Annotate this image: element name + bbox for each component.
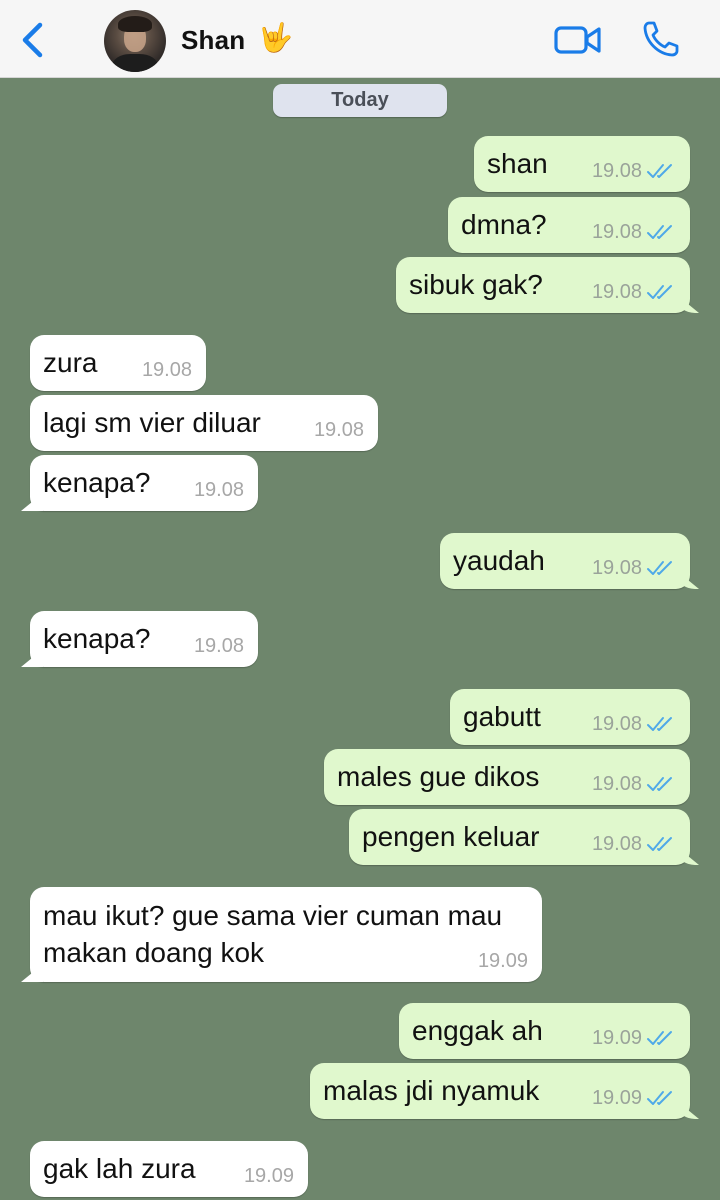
message-text: kenapa? — [43, 623, 151, 654]
message-text: zura — [43, 347, 98, 378]
outgoing-message[interactable]: shan 19.08 — [474, 136, 690, 192]
message-time: 19.08 — [591, 160, 642, 182]
incoming-message[interactable]: lagi sm vier diluar 19.08 — [30, 395, 378, 451]
message-time: 19.09 — [591, 1027, 642, 1049]
incoming-message[interactable]: kenapa? 19.08 — [30, 611, 258, 667]
phone-icon — [643, 21, 679, 57]
message-time: 19.08 — [591, 557, 642, 579]
chat-header: Shan 🤟 — [0, 0, 720, 78]
read-ticks-icon — [647, 561, 672, 575]
incoming-message[interactable]: zura 19.08 — [30, 335, 206, 391]
read-ticks-icon — [647, 225, 672, 239]
message-text: malas jdi nyamuk — [323, 1075, 540, 1106]
message-time: 19.09 — [477, 950, 528, 972]
date-separator: Today — [273, 84, 447, 117]
voice-call-button[interactable] — [642, 20, 680, 58]
incoming-message[interactable]: gak lah zura 19.09 — [30, 1141, 308, 1197]
message-time: 19.08 — [141, 359, 192, 381]
avatar[interactable] — [104, 10, 166, 72]
contact-emoji: 🤟 — [258, 22, 293, 53]
message-time: 19.08 — [193, 479, 244, 501]
message-text: mau ikut? gue sama vier cuman mau makan … — [43, 900, 503, 968]
back-button[interactable] — [18, 22, 48, 58]
message-time: 19.08 — [313, 419, 364, 441]
message-text: dmna? — [461, 209, 547, 240]
message-time: 19.08 — [193, 635, 244, 657]
read-ticks-icon — [647, 285, 672, 299]
outgoing-message[interactable]: males gue dikos 19.08 — [324, 749, 690, 805]
message-text: pengen keluar — [362, 821, 540, 852]
read-ticks-icon — [647, 1031, 672, 1045]
message-text: yaudah — [453, 545, 545, 576]
message-text: lagi sm vier diluar — [43, 407, 261, 438]
chevron-left-icon — [22, 22, 43, 58]
message-text: shan — [487, 148, 548, 179]
read-ticks-icon — [647, 837, 672, 851]
outgoing-message[interactable]: sibuk gak? 19.08 — [396, 257, 690, 313]
message-text: gak lah zura — [43, 1153, 196, 1184]
read-ticks-icon — [647, 164, 672, 178]
contact-name[interactable]: Shan — [181, 25, 245, 56]
message-text: sibuk gak? — [409, 269, 543, 300]
message-time: 19.08 — [591, 221, 642, 243]
read-ticks-icon — [647, 717, 672, 731]
message-time: 19.09 — [243, 1165, 294, 1187]
outgoing-message[interactable]: enggak ah 19.09 — [399, 1003, 690, 1059]
message-text: males gue dikos — [337, 761, 540, 792]
outgoing-message[interactable]: yaudah 19.08 — [440, 533, 690, 589]
incoming-message[interactable]: kenapa? 19.08 — [30, 455, 258, 511]
message-time: 19.08 — [591, 713, 642, 735]
message-time: 19.08 — [591, 773, 642, 795]
message-text: enggak ah — [412, 1015, 543, 1046]
message-text: gabutt — [463, 701, 541, 732]
message-time: 19.08 — [591, 833, 642, 855]
outgoing-message[interactable]: gabutt 19.08 — [450, 689, 690, 745]
video-call-icon — [554, 26, 601, 54]
incoming-message[interactable]: mau ikut? gue sama vier cuman mau makan … — [30, 887, 542, 982]
message-time: 19.08 — [591, 281, 642, 303]
outgoing-message[interactable]: pengen keluar 19.08 — [349, 809, 690, 865]
read-ticks-icon — [647, 777, 672, 791]
message-time: 19.09 — [591, 1087, 642, 1109]
read-ticks-icon — [647, 1091, 672, 1105]
message-text: kenapa? — [43, 467, 151, 498]
video-call-button[interactable] — [554, 24, 602, 56]
outgoing-message[interactable]: malas jdi nyamuk 19.09 — [310, 1063, 690, 1119]
outgoing-message[interactable]: dmna? 19.08 — [448, 197, 690, 253]
